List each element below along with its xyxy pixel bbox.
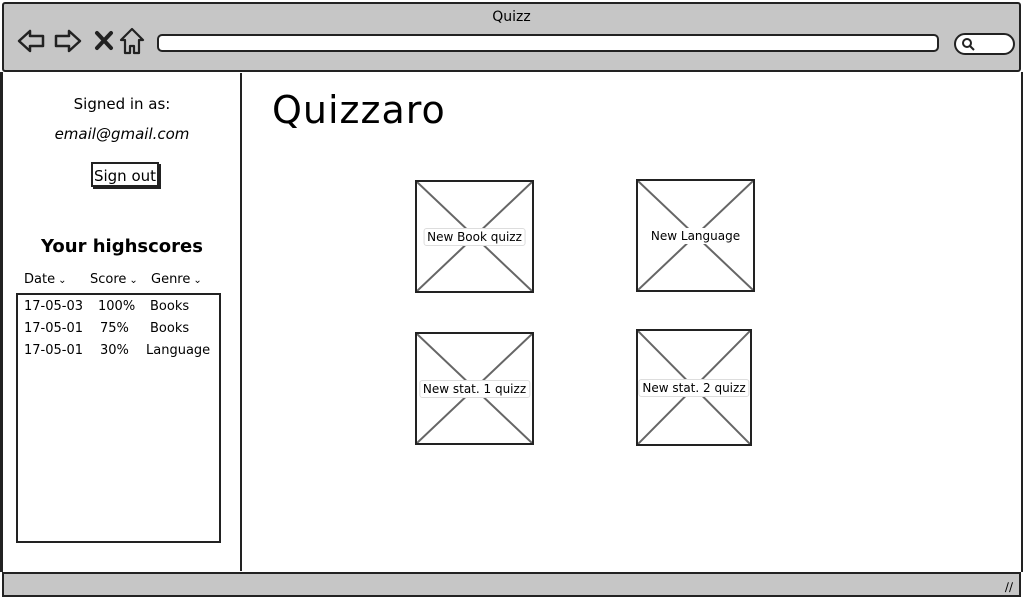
tile-label: New Book quizz [423, 227, 526, 246]
user-email: email@gmail.com [54, 125, 190, 143]
score-cell: 100% [98, 299, 136, 314]
genre-cell: Books [150, 299, 190, 314]
score-cell: 75% [100, 321, 129, 336]
highscores-title: Your highscores [41, 236, 203, 257]
table-row[interactable]: 17-05-01 75% Books [18, 321, 219, 343]
resize-grip-icon[interactable]: ∕∕ [1005, 580, 1013, 594]
signed-in-label: Signed in as: [73, 95, 171, 113]
chevron-down-icon: ⌄ [129, 275, 138, 286]
quiz-tile-book[interactable]: New Book quizz [415, 180, 534, 293]
forward-arrow-icon[interactable] [53, 26, 83, 56]
date-cell: 17-05-03 [24, 299, 84, 314]
quiz-tile-stat-2[interactable]: New stat. 2 quizz [636, 329, 752, 446]
quiz-tile-language[interactable]: New Language [636, 179, 755, 292]
score-cell: 30% [100, 343, 129, 358]
browser-toolbar: Quizz [2, 2, 1021, 72]
column-header-label: Genre [151, 272, 191, 287]
tile-label: New stat. 1 quizz [418, 379, 531, 398]
tile-label: New stat. 2 quizz [638, 378, 750, 397]
date-cell: 17-05-01 [24, 321, 84, 336]
window-border-right [1021, 72, 1023, 572]
chevron-down-icon: ⌄ [193, 275, 202, 286]
column-header-label: Score [90, 272, 127, 287]
close-icon[interactable] [90, 26, 120, 56]
back-arrow-icon[interactable] [16, 26, 46, 56]
search-icon [962, 38, 975, 51]
column-header-date[interactable]: Date ⌄ [24, 272, 66, 287]
search-field[interactable] [954, 33, 1015, 55]
window-title: Quizz [492, 9, 531, 25]
column-header-label: Date [24, 272, 56, 287]
column-header-score[interactable]: Score ⌄ [90, 272, 138, 287]
quiz-tile-stat-1[interactable]: New stat. 1 quizz [415, 332, 534, 445]
highscore-list[interactable]: 17-05-03 100% Books 17-05-01 75% Books 1… [16, 293, 221, 543]
chevron-down-icon: ⌄ [58, 275, 67, 286]
genre-cell: Books [150, 321, 190, 336]
table-row[interactable]: 17-05-01 30% Language [18, 343, 219, 365]
genre-cell: Language [146, 343, 211, 358]
home-icon[interactable] [117, 26, 147, 56]
page-title: Quizzaro [272, 88, 446, 132]
address-bar[interactable] [157, 34, 939, 52]
browser-window: Quizz Signed in as: email@gmail.com Sign… [0, 0, 1024, 600]
column-header-genre[interactable]: Genre ⌄ [151, 272, 202, 287]
sign-out-button[interactable]: Sign out [91, 162, 159, 187]
table-row[interactable]: 17-05-03 100% Books [18, 299, 219, 321]
status-bar: ∕∕ [2, 572, 1021, 597]
date-cell: 17-05-01 [24, 343, 84, 358]
tile-label: New Language [647, 227, 744, 244]
